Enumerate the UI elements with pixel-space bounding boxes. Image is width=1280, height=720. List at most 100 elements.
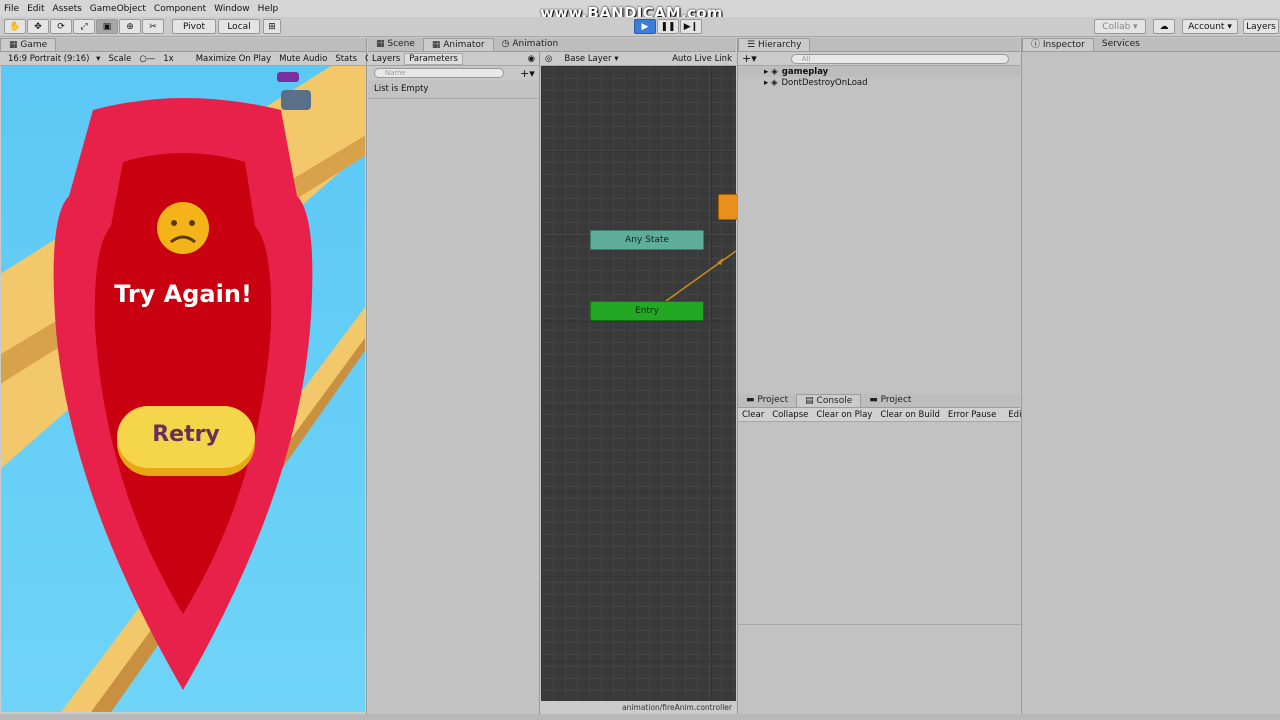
maximize-on-play-toggle[interactable]: Maximize On Play (192, 54, 275, 64)
clear-button[interactable]: Clear (738, 410, 768, 420)
tab-project[interactable]: ▬ Project (738, 394, 796, 407)
console-divider (738, 624, 1021, 625)
game-tab-row: ▦ Game (0, 38, 366, 52)
base-layer-breadcrumb[interactable]: Base Layer ▾ (556, 54, 626, 64)
collapse-button[interactable]: Collapse (768, 410, 812, 420)
hand-tool-icon[interactable]: ✋ (4, 19, 26, 34)
scene-dontdestroy-label: DontDestroyOnLoad (781, 77, 868, 88)
inspector-tab-row: ⓘ Inspector Services (1022, 38, 1280, 52)
controller-path: animation/fireAnim.controller (541, 701, 736, 714)
layers-dropdown[interactable]: Layers (1243, 19, 1279, 34)
tab-inspector-label: Inspector (1042, 40, 1085, 50)
scene-gameplay[interactable]: ▸ ◈ gameplay (738, 66, 1020, 77)
move-tool-icon[interactable]: ✥ (27, 19, 49, 34)
hierarchy-search-input[interactable]: All (790, 53, 1009, 64)
menu-edit[interactable]: Edit (27, 4, 44, 14)
pivot-toggle[interactable]: Pivot (172, 19, 216, 34)
local-label: Local (227, 21, 251, 32)
collab-button[interactable]: Collab ▾ (1094, 19, 1146, 34)
car-purple-icon (277, 72, 299, 82)
step-button[interactable]: ▶❙ (680, 19, 702, 34)
retry-button[interactable]: Retry (117, 422, 255, 447)
any-state-node[interactable]: Any State (590, 230, 704, 250)
game-viewport[interactable]: Try Again! Retry (1, 66, 365, 712)
entry-transition (665, 250, 736, 302)
tab-services[interactable]: Services (1094, 38, 1148, 51)
tab-game[interactable]: ▦ Game (0, 38, 57, 51)
eye-toggle-icon[interactable]: ◎ (541, 54, 556, 64)
pause-button[interactable]: ❚❚ (657, 19, 679, 34)
animator-tab-row: ▦ Scene ▦ Animator ◷ Animation (368, 38, 736, 52)
error-pause-toggle[interactable]: Error Pause (944, 410, 1000, 420)
main-toolbar: ✋ ✥ ⟳ ⤢ ▣ ⊕ ✂ Pivot Local ⊞ ▶ ❚❚ ▶❙ Coll… (0, 17, 1280, 37)
orange-state-node[interactable] (718, 194, 738, 220)
create-icon[interactable]: +▾ (738, 52, 761, 65)
entry-node[interactable]: Entry (590, 301, 704, 321)
params-search-input[interactable]: Name (374, 68, 504, 78)
try-again-text: Try Again! (114, 280, 252, 308)
scene-dontdestroyonload[interactable]: ▸ ◈ DontDestroyOnLoad (738, 77, 1020, 88)
rotate-tool-icon[interactable]: ⟳ (50, 19, 72, 34)
tab-console-label: Console (816, 396, 853, 406)
list-empty-text: List is Empty (368, 80, 539, 99)
params-search-row: Name +▾ (368, 66, 539, 80)
grid-snap-icon[interactable]: ⊞ (263, 19, 281, 34)
menu-component[interactable]: Component (154, 4, 206, 14)
scale-value: 1x (163, 53, 174, 64)
clear-on-play-toggle[interactable]: Clear on Play (812, 410, 876, 420)
account-dropdown[interactable]: Account ▾ (1182, 19, 1238, 34)
tab-animator[interactable]: ▦ Animator (422, 38, 494, 51)
console-tab-row: ▬ Project ▤ Console ▬ Project (738, 394, 1020, 408)
hierarchy-tab-row: ☰ Hierarchy (738, 38, 1020, 52)
tab-scene[interactable]: ▦ Scene (368, 38, 423, 51)
tab-game-label: Game (20, 40, 48, 50)
menu-assets[interactable]: Assets (53, 4, 82, 14)
scale-tool-icon[interactable]: ⤢ (73, 19, 95, 34)
graph-toolbar: ◎ Base Layer ▾ Auto Live Link (541, 52, 736, 66)
tab-console[interactable]: ▤ Console (796, 394, 862, 407)
menu-gameobject[interactable]: GameObject (90, 4, 146, 14)
parameters-tab[interactable]: Parameters (404, 52, 463, 65)
tab-hierarchy[interactable]: ☰ Hierarchy (738, 38, 811, 51)
scale-slider[interactable]: ○— (135, 54, 159, 64)
tab-animation[interactable]: ◷ Animation (494, 38, 567, 51)
eye-icon[interactable]: ◉ (524, 54, 539, 64)
rect-tool-icon[interactable]: ▣ (96, 19, 118, 34)
collab-label: Collab (1102, 21, 1131, 32)
animator-graph[interactable]: Any State Entry (541, 66, 738, 701)
local-toggle[interactable]: Local (218, 19, 260, 34)
tab-scene-label: Scene (387, 39, 415, 49)
clear-on-build-toggle[interactable]: Clear on Build (876, 410, 944, 420)
menu-file[interactable]: File (4, 4, 19, 14)
console-toolbar: Clear Collapse Clear on Play Clear on Bu… (738, 408, 1042, 422)
menu-help[interactable]: Help (258, 4, 279, 14)
parameters-column: Layers Parameters ◉ Name +▾ List is Empt… (368, 52, 540, 714)
status-bar (0, 714, 1280, 720)
console-panel: ▬ Project ▤ Console ▬ Project Clear Coll… (737, 394, 1042, 714)
menu-window[interactable]: Window (214, 4, 250, 14)
layers-label: Layers (1246, 21, 1276, 32)
mute-audio-toggle[interactable]: Mute Audio (275, 54, 331, 64)
tab-services-label: Services (1101, 39, 1140, 49)
base-layer-label: Base Layer (564, 53, 612, 64)
add-parameter-icon[interactable]: +▾ (520, 67, 535, 80)
tab-project-2-label: Project (880, 395, 912, 405)
play-button[interactable]: ▶ (634, 19, 656, 34)
custom-tool-icon[interactable]: ✂ (142, 19, 164, 34)
animator-panel: ▦ Scene ▦ Animator ◷ Animation Layers Pa… (368, 38, 738, 714)
tab-animator-label: Animator (443, 40, 485, 50)
auto-live-link-toggle[interactable]: Auto Live Link (668, 54, 736, 64)
inspector-panel: ⓘ Inspector Services (1021, 38, 1280, 714)
tab-project-label: Project (757, 395, 789, 405)
tab-project-2[interactable]: ▬ Project (861, 394, 919, 407)
layers-tab[interactable]: Layers (368, 54, 404, 64)
transform-tool-icon[interactable]: ⊕ (119, 19, 141, 34)
tab-inspector[interactable]: ⓘ Inspector (1022, 38, 1094, 51)
transition-lines (665, 250, 736, 302)
car-gray-icon (281, 90, 311, 110)
game-scene (1, 66, 365, 712)
cloud-icon[interactable]: ☁ (1153, 19, 1175, 34)
hierarchy-toolbar: +▾ All (738, 52, 1020, 66)
resolution-dropdown[interactable]: 16:9 Portrait (9:16) ▾ (0, 54, 104, 64)
stats-toggle[interactable]: Stats (331, 54, 361, 64)
